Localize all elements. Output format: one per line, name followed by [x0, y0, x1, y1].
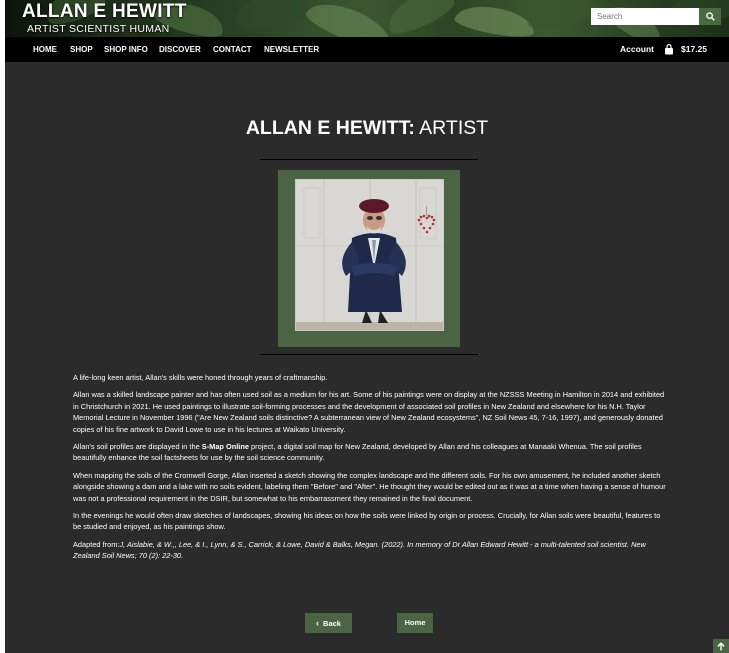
portrait-frame	[278, 170, 460, 347]
page-title-name: ALLAN E HEWITT:	[245, 117, 415, 139]
paragraph-smap: Allan's soil profiles are displayed in t…	[73, 441, 669, 464]
main-nav: HOME SHOP SHOP INFO DISCOVER CONTACT NEW…	[5, 37, 729, 62]
paragraph-smap-before: Allan's soil profiles are displayed in t…	[73, 442, 202, 452]
nav-shop-info[interactable]: SHOP INFO	[104, 37, 148, 62]
back-button[interactable]: ‹ Back	[305, 613, 352, 633]
account-link[interactable]: Account	[620, 37, 654, 62]
citation-prefix: Adapted from:	[73, 539, 120, 549]
cart-button[interactable]	[664, 44, 674, 55]
citation-text: J, Aislabie, & W.,, Lee, & I., Lynn, & S…	[73, 539, 646, 561]
paragraph-landscape: Allan was a skilled landscape painter an…	[73, 390, 665, 434]
back-button-label: Back	[323, 619, 341, 628]
paragraph-intro: A life-long keen artist, Allan's skills …	[73, 373, 328, 382]
divider-bottom	[260, 354, 478, 355]
article-body: A life-long keen artist, Allan's skills …	[73, 372, 669, 568]
search-input[interactable]	[591, 8, 699, 25]
chevron-left-icon: ‹	[316, 618, 320, 628]
arrow-up-icon	[717, 642, 725, 650]
cart-total[interactable]: $17.25	[681, 37, 707, 62]
site-tagline: ARTIST SCIENTIST HUMAN	[27, 23, 170, 35]
header-banner: ALLAN E HEWITT ARTIST SCIENTIST HUMAN	[5, 0, 729, 37]
paragraph-evenings: In the evenings he would often draw sket…	[73, 511, 661, 532]
divider-top	[260, 159, 478, 160]
scroll-to-top-button[interactable]	[713, 639, 729, 653]
nav-home[interactable]: HOME	[33, 37, 57, 62]
search-icon	[705, 12, 715, 21]
page-title-role: ARTIST	[414, 117, 489, 139]
nav-shop[interactable]: SHOP	[70, 37, 93, 62]
page-frame: ALLAN E HEWITT ARTIST SCIENTIST HUMAN HO…	[5, 0, 729, 653]
smap-online-link[interactable]: S-Map Online	[202, 442, 249, 451]
shopping-bag-icon	[665, 44, 673, 55]
home-button[interactable]: Home	[397, 613, 433, 633]
portrait-photo	[295, 179, 444, 331]
search-button[interactable]	[699, 8, 721, 25]
page-title: ALLAN E HEWITT: ARTIST	[5, 117, 729, 140]
site-title[interactable]: ALLAN E HEWITT	[22, 1, 187, 23]
citation: Adapted from:J, Aislabie, & W.,, Lee, & …	[73, 539, 669, 562]
nav-discover[interactable]: DISCOVER	[159, 37, 201, 62]
paragraph-cromwell: When mapping the soils of the Cromwell G…	[73, 470, 666, 503]
nav-contact[interactable]: CONTACT	[213, 37, 252, 62]
nav-newsletter[interactable]: NEWSLETTER	[264, 37, 319, 62]
